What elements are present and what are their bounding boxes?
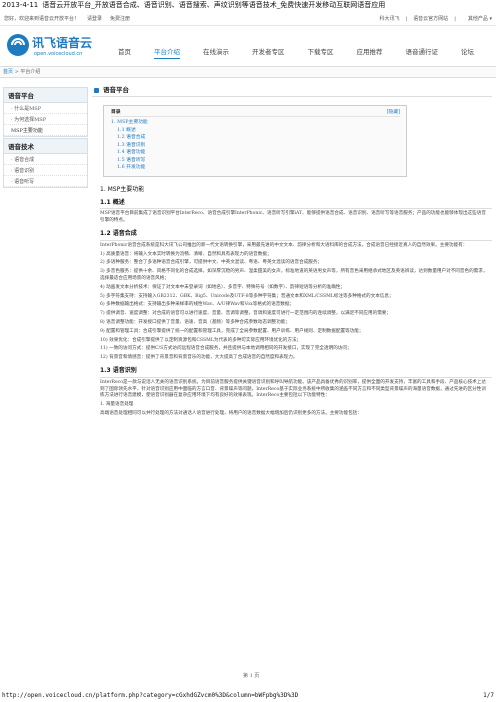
page-title: 语音云开放平台_开放语音合成、语音识别、语音搜索、声纹识别等语音技术_免费快速开…	[42, 1, 386, 9]
nav-home[interactable]: 首页	[118, 46, 131, 59]
register-link[interactable]: 免费注册	[110, 16, 130, 22]
footer-page: 1/7	[483, 692, 494, 699]
paragraph: 1) 高质量语音：将输入文本实时转换为流畅、清晰、自然和具有表现力的语音数据；	[100, 251, 272, 257]
iflytek-link[interactable]: 科大讯飞	[379, 16, 399, 22]
top-bar: 您好，欢迎来到语音云开放平台！ 请登录 免费注册 科大讯飞 | 语音云官方网站 | 其他产品…	[0, 12, 496, 26]
paragraph: MSP语音平台目前集成了语音识别平台InterReco、语音合成引擎InterP…	[100, 211, 486, 224]
section-heading: 1. MSP主要功能	[100, 185, 145, 193]
nav-developer-zone[interactable]: 开发者专区	[252, 46, 285, 59]
paragraph: 3) 多音色服务：提供十余、风格不同化的合成选择，如深厚沉稳的男声、温柔甜美的女…	[100, 269, 488, 281]
paragraph: 8) 语音调整功能：开发接口提供了音量、语速、音高（基频）等多种合成参数动态调整…	[100, 319, 290, 325]
nav-online-demo[interactable]: 在线演示	[203, 46, 229, 59]
nav-download[interactable]: 下载专区	[308, 46, 334, 59]
toc-item[interactable]: 1.2 语音合成	[111, 134, 400, 142]
nav-forum[interactable]: 论坛	[461, 46, 474, 59]
voicecloud-site-link[interactable]: 语音云官方网站	[413, 16, 448, 22]
toc-title: 目录	[111, 109, 121, 115]
sidebar-item-msp-features[interactable]: MSP主要功能	[4, 125, 87, 136]
sidebar-section-tech: 语音技术	[4, 139, 87, 154]
section-heading: 1.3 语音识别	[100, 367, 492, 378]
sidebar-section-platform: 语音平台	[4, 88, 87, 103]
print-date: 2013-4-11	[2, 1, 39, 9]
paragraph: 2) 多语种服务：整合了多语种语音合成引擎，可提供中文、中英文混读、粤语、粤英文…	[100, 260, 323, 266]
sidebar-item-dictation[interactable]: · 语音听写	[4, 176, 87, 187]
svg-text:讯飞语音云: 讯飞语音云	[32, 35, 92, 50]
paragraph: 11) 一致的访问方式：提供C/S方式访问远程语音合成服务，并且提供与本地调用相…	[100, 346, 352, 352]
document-header: 2013-4-11 语音云开放平台_开放语音合成、语音识别、语音搜索、声纹识别等语…	[0, 0, 496, 12]
sidebar-item-what-is-msp[interactable]: · 什么是MSP	[4, 103, 87, 114]
toc-item[interactable]: 1.3 语音识别	[111, 142, 400, 150]
paragraph: 7) 提供调音、速度调整：对合成的语音可以进行速度、音量、音调等调整，音调和速度…	[100, 311, 391, 317]
paragraph: 1. 海量语音处理	[100, 402, 134, 408]
sidebar-item-asr[interactable]: · 语音识别	[4, 165, 87, 176]
login-link[interactable]: 请登录	[87, 16, 102, 22]
page-number: 第 1 页	[243, 673, 260, 679]
content-title: 语音平台	[92, 85, 492, 97]
paragraph: InterPhonic语音合成系统是科大讯飞公司推出的新一代文语转换引擎，采用最…	[100, 242, 468, 248]
toc-item[interactable]: 1.4 语音功能	[111, 149, 400, 157]
sidebar-item-tts[interactable]: · 语音合成	[4, 154, 87, 165]
svg-text:open.voicecloud.cn: open.voicecloud.cn	[34, 51, 82, 57]
paragraph: 4) 动画发文本分析技术：保证了对文本中未登录词（如地名）、多音字、特殊符号（如…	[100, 284, 346, 290]
main-nav: 首页 平台介绍 在线演示 开发者专区 下载专区 应用推荐 语音通行证 论坛	[118, 46, 496, 59]
toc-item[interactable]: 1. MSP主要功能	[111, 119, 400, 127]
toc-item[interactable]: 1.5 语音听写	[111, 157, 400, 165]
paragraph: 高端语音处理相同可以并行处理的方法对通话人语音进行处理，将用户的语音数据大幅增加…	[100, 410, 362, 416]
paragraph: 12) 背景音和情感音：提供了背景音和背景音乐的功能，大大提高了合成语音的自然度…	[100, 355, 298, 361]
table-of-contents: 目录 [隐藏] 1. MSP主要功能 1.1 概述 1.2 语音合成 1.3 语音…	[103, 104, 407, 177]
paragraph: InterReco是一款与说话人无关的语音识别系统，为目前语音服务提供关键语音识…	[100, 379, 486, 399]
main-content: 语音平台 目录 [隐藏] 1. MSP主要功能 1.1 概述 1.2 语音合成 1…	[92, 85, 492, 418]
footer-url: http://open.voicecloud.cn/platform.php?c…	[2, 692, 299, 699]
breadcrumb-current: 平台介绍	[20, 69, 41, 75]
nav-app-recommend[interactable]: 应用推荐	[357, 46, 383, 59]
paragraph: 9) 配置和管理工具：合成引擎提供了统一的配置和管理工具，完成了全局参数配置、用…	[100, 328, 364, 334]
toc-hide-link[interactable]: [隐藏]	[387, 109, 400, 117]
paragraph: 10) 效果优化：合成引擎提供了以定制资源包和CSSML为代表的多种可实际应用环…	[100, 337, 302, 343]
nav-platform-intro[interactable]: 平台介绍	[154, 46, 180, 59]
toc-item[interactable]: 1.1 概述	[111, 127, 400, 135]
toc-item[interactable]: 1.6 开发功能	[111, 164, 400, 172]
voicecloud-logo[interactable]: 讯飞语音云 open.voicecloud.cn	[4, 27, 96, 63]
nav-voice-pass[interactable]: 语音通行证	[406, 46, 439, 59]
sidebar: 语音平台 · 什么是MSP · 为何选择MSP MSP主要功能 语音技术 · 语…	[3, 87, 88, 189]
other-products-dropdown[interactable]: 其他产品 ▾	[462, 16, 492, 22]
section-heading: 1.2 语音合成	[100, 230, 492, 241]
sidebar-item-why-msp[interactable]: · 为何选择MSP	[4, 114, 87, 125]
section-heading: 1.1 概述	[100, 199, 492, 210]
print-footer: http://open.voicecloud.cn/platform.php?c…	[2, 692, 494, 699]
breadcrumb-home[interactable]: 首页	[3, 69, 13, 75]
welcome-text: 您好，欢迎来到语音云开放平台！	[4, 16, 80, 22]
paragraph: 5) 多字符集支持：支持输入GB2312、GBK、Big5、Unicode及UT…	[100, 293, 394, 299]
paragraph: 6) 多种数据输出格式：支持输出多种采样率的线性Wav、A/U律Wav和Vox等…	[100, 302, 295, 308]
breadcrumb: 首页 > 平台介绍	[0, 66, 496, 78]
